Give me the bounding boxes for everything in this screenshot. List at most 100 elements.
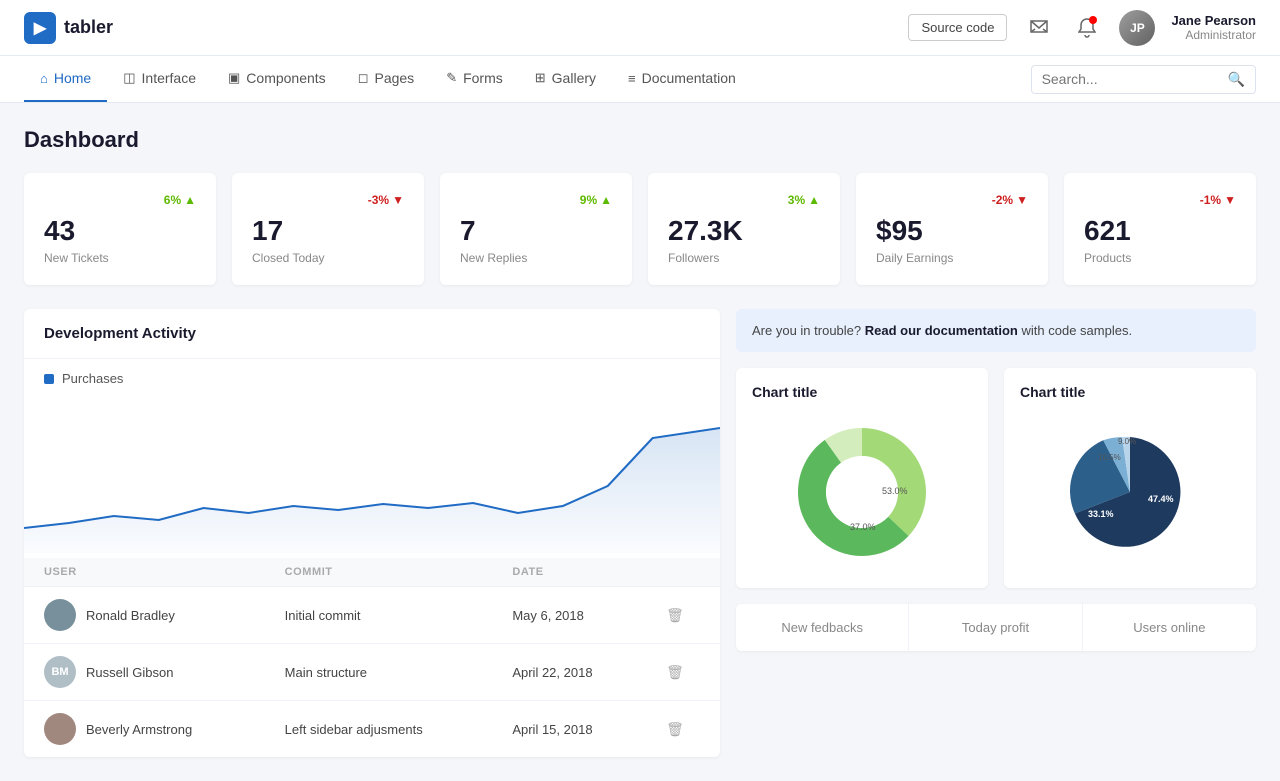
svg-text:10.5%: 10.5% — [1098, 453, 1121, 462]
stat-change: 6% — [164, 193, 181, 207]
table-row: Ronald Bradley Initial commit May 6, 201… — [24, 587, 720, 644]
stat-value: 17 — [252, 215, 404, 247]
stat-change: -3% — [368, 193, 389, 207]
delete-cell: 🗑 — [646, 644, 720, 701]
user-info: Jane Pearson Administrator — [1171, 13, 1256, 42]
stat-value: 621 — [1084, 215, 1236, 247]
trend-down-icon: ▼ — [1016, 193, 1028, 207]
bottom-card-new-feedbacks: New fedbacks — [736, 604, 909, 651]
notifications-icon[interactable] — [1071, 12, 1103, 44]
logo-area: ▶ tabler — [24, 12, 113, 44]
notification-dot — [1089, 16, 1097, 24]
stat-change: 9% — [580, 193, 597, 207]
nav-item-documentation[interactable]: ≡ Documentation — [612, 56, 752, 102]
logo-text: tabler — [64, 17, 113, 38]
svg-text:9.0%: 9.0% — [1118, 437, 1136, 446]
stat-label: New Tickets — [44, 251, 196, 265]
stat-label: Followers — [668, 251, 820, 265]
delete-icon[interactable]: 🗑 — [666, 664, 684, 680]
nav-item-forms[interactable]: ✎ Forms — [430, 56, 519, 102]
line-chart — [24, 398, 720, 558]
stat-value: 7 — [460, 215, 612, 247]
dev-activity-title: Development Activity — [24, 309, 720, 359]
charts-row: Chart title 37.0% 53.0% — [736, 368, 1256, 588]
messages-icon[interactable] — [1023, 12, 1055, 44]
avatar[interactable]: JP — [1119, 10, 1155, 46]
delete-cell: 🗑 — [646, 701, 720, 758]
header: ▶ tabler Source code JP Jane Pearson Adm… — [0, 0, 1280, 56]
alert-link[interactable]: Read our documentation — [865, 323, 1018, 338]
stat-value: 27.3K — [668, 215, 820, 247]
bottom-label: Users online — [1099, 620, 1240, 635]
search-box[interactable]: 🔍 — [1031, 65, 1256, 94]
delete-cell: 🗑 — [646, 587, 720, 644]
bottom-card-today-profit: Today profit — [909, 604, 1082, 651]
nav-item-home[interactable]: ⌂ Home — [24, 56, 107, 102]
logo-icon: ▶ — [24, 12, 56, 44]
stat-change: -1% — [1200, 193, 1221, 207]
bottom-card-users-online: Users online — [1083, 604, 1256, 651]
header-right: Source code JP Jane Pearson Administrato… — [908, 10, 1256, 46]
stat-label: Closed Today — [252, 251, 404, 265]
stat-card-products: -1% ▼ 621 Products — [1064, 173, 1256, 285]
stat-card-daily-earnings: -2% ▼ $95 Daily Earnings — [856, 173, 1048, 285]
stat-label: Products — [1084, 251, 1236, 265]
user-role: Administrator — [1171, 28, 1256, 42]
donut-chart-1: 37.0% 53.0% — [752, 412, 972, 572]
svg-text:47.4%: 47.4% — [1148, 494, 1174, 504]
stat-value: 43 — [44, 215, 196, 247]
trend-up-icon: ▲ — [184, 193, 196, 207]
svg-text:53.0%: 53.0% — [882, 486, 908, 496]
search-icon: 🔍 — [1228, 71, 1245, 88]
user-cell: Ronald Bradley — [24, 587, 265, 644]
dev-activity-card: Development Activity Purchases — [24, 309, 720, 757]
table-row: BM Russell Gibson Main structure April 2… — [24, 644, 720, 701]
stat-card-new-replies: 9% ▲ 7 New Replies — [440, 173, 632, 285]
stat-card-followers: 3% ▲ 27.3K Followers — [648, 173, 840, 285]
search-input[interactable] — [1042, 71, 1222, 87]
nav-item-components[interactable]: ▣ Components — [212, 56, 342, 102]
nav: ⌂ Home ◫ Interface ▣ Components ◻ Pages … — [0, 56, 1280, 103]
col-actions — [646, 558, 720, 587]
svg-text:33.1%: 33.1% — [1088, 509, 1114, 519]
nav-links: ⌂ Home ◫ Interface ▣ Components ◻ Pages … — [24, 56, 752, 102]
stat-card-closed-today: -3% ▼ 17 Closed Today — [232, 173, 424, 285]
user-avatar — [44, 713, 76, 745]
components-icon: ▣ — [228, 70, 240, 86]
col-commit: COMMIT — [265, 558, 493, 587]
stat-label: New Replies — [460, 251, 612, 265]
content: Dashboard 6% ▲ 43 New Tickets -3% ▼ 17 C… — [0, 103, 1280, 781]
delete-icon[interactable]: 🗑 — [666, 607, 684, 623]
bottom-label: Today profit — [925, 620, 1065, 635]
stat-label: Daily Earnings — [876, 251, 1028, 265]
chart-card-2: Chart title — [1004, 368, 1256, 588]
stat-card-new-tickets: 6% ▲ 43 New Tickets — [24, 173, 216, 285]
delete-icon[interactable]: 🗑 — [666, 721, 684, 737]
source-code-button[interactable]: Source code — [908, 14, 1007, 41]
col-user: USER — [24, 558, 265, 587]
stat-cards: 6% ▲ 43 New Tickets -3% ▼ 17 Closed Toda… — [24, 173, 1256, 285]
trend-down-icon: ▼ — [392, 193, 404, 207]
user-avatar — [44, 599, 76, 631]
main-grid: Development Activity Purchases — [24, 309, 1256, 757]
stat-change: -2% — [992, 193, 1013, 207]
nav-item-pages[interactable]: ◻ Pages — [342, 56, 431, 102]
chart1-title: Chart title — [752, 384, 972, 400]
interface-icon: ◫ — [123, 70, 135, 86]
table-row: Beverly Armstrong Left sidebar adjusment… — [24, 701, 720, 758]
col-date: DATE — [492, 558, 646, 587]
legend-label: Purchases — [62, 371, 123, 386]
svg-text:37.0%: 37.0% — [850, 522, 876, 532]
nav-item-interface[interactable]: ◫ Interface — [107, 56, 212, 102]
alert-banner: Are you in trouble? Read our documentati… — [736, 309, 1256, 352]
bottom-cards: New fedbacks Today profit Users online — [736, 604, 1256, 651]
chart-legend: Purchases — [24, 359, 720, 398]
bottom-label: New fedbacks — [752, 620, 892, 635]
pages-icon: ◻ — [358, 70, 369, 86]
activity-table: USER COMMIT DATE Ronald Bradley — [24, 558, 720, 757]
user-avatar: BM — [44, 656, 76, 688]
forms-icon: ✎ — [446, 70, 457, 86]
home-icon: ⌂ — [40, 71, 48, 86]
user-name: Jane Pearson — [1171, 13, 1256, 28]
nav-item-gallery[interactable]: ⊞ Gallery — [519, 56, 612, 102]
